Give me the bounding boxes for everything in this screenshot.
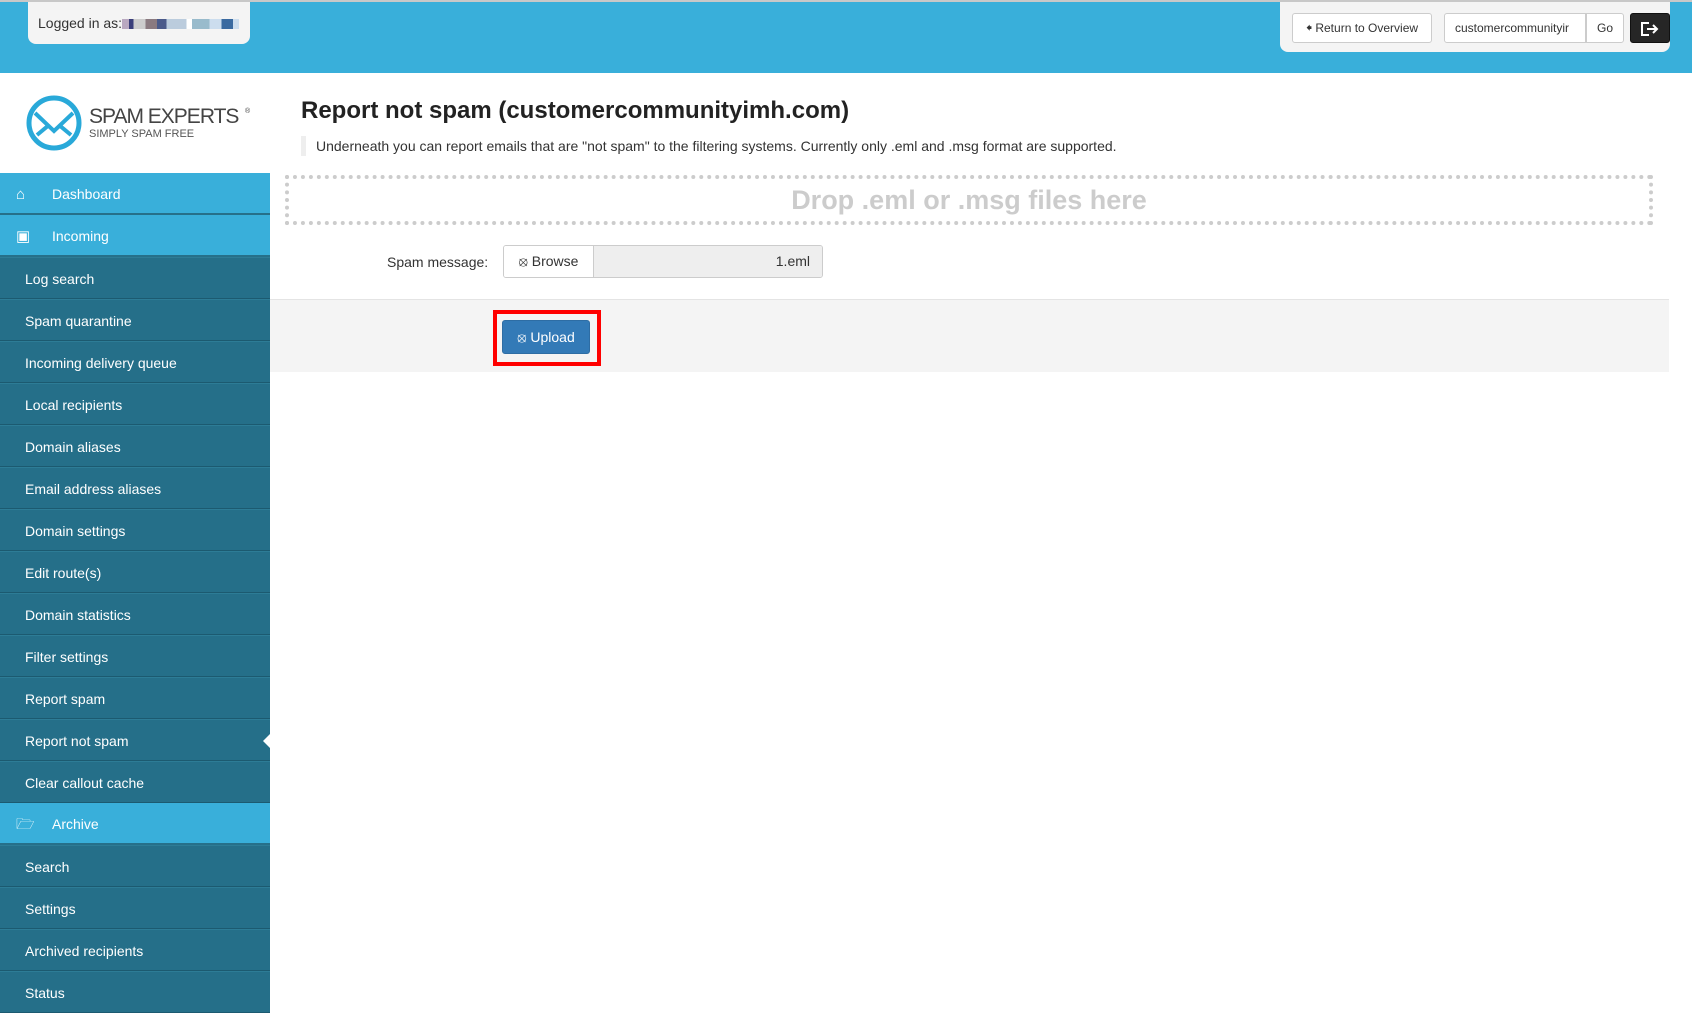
sidebar-item-edit-route-s[interactable]: Edit route(s) bbox=[0, 551, 270, 593]
svg-text:®: ® bbox=[245, 107, 251, 115]
sidebar-item-label: Domain settings bbox=[25, 523, 126, 539]
sidebar-item-label: Report not spam bbox=[25, 733, 129, 749]
arrow-left-icon: 🠸 bbox=[1305, 21, 1316, 35]
sidebar-item-label: Email address aliases bbox=[25, 481, 162, 497]
go-button[interactable]: Go bbox=[1586, 13, 1624, 43]
sidebar-item-archived-recipients[interactable]: Archived recipients bbox=[0, 929, 270, 971]
sidebar-item-email-address-aliases[interactable]: Email address aliases bbox=[0, 467, 270, 509]
sidebar-item-label: Incoming delivery queue bbox=[25, 355, 177, 371]
sidebar-item-label: Edit route(s) bbox=[25, 565, 102, 581]
sidebar-item-label: Filter settings bbox=[25, 649, 109, 665]
page-title: Report not spam (customercommunityimh.co… bbox=[301, 97, 850, 124]
sidebar-item-dashboard[interactable]: ⌂ Dashboard bbox=[0, 173, 270, 215]
sidebar-item-spam-quarantine[interactable]: Spam quarantine bbox=[0, 299, 270, 341]
sidebar-item-label: Archive bbox=[52, 816, 99, 832]
upload-label: Upload bbox=[530, 329, 575, 345]
sidebar-item-filter-settings[interactable]: Filter settings bbox=[0, 635, 270, 677]
file-name-field[interactable]: 1.eml bbox=[594, 246, 822, 277]
sidebar-item-label: Domain statistics bbox=[25, 607, 131, 623]
sidebar-item-label: Status bbox=[25, 985, 65, 1001]
logged-in-panel: Logged in as: bbox=[28, 2, 250, 44]
sidebar-item-log-search[interactable]: Log search bbox=[0, 257, 270, 299]
sidebar-item-report-not-spam[interactable]: Report not spam bbox=[0, 719, 270, 761]
redacted-username bbox=[122, 19, 240, 30]
home-icon: ⌂ bbox=[16, 186, 26, 203]
sidebar-item-domain-aliases[interactable]: Domain aliases bbox=[0, 425, 270, 467]
file-drop-zone[interactable]: Drop .eml or .msg files here bbox=[285, 175, 1653, 225]
sidebar-item-label: Clear callout cache bbox=[25, 775, 145, 791]
browse-button[interactable]: ⦻ Browse bbox=[504, 246, 594, 277]
sidebar-item-label: Settings bbox=[25, 901, 76, 917]
sidebar-item-label: Search bbox=[25, 859, 70, 875]
active-indicator bbox=[263, 734, 270, 748]
upload-button[interactable]: ⦻ Upload bbox=[502, 320, 590, 354]
sidebar-item-label: Spam quarantine bbox=[25, 313, 132, 329]
svg-text:SPAM EXPERTS: SPAM EXPERTS bbox=[89, 105, 239, 128]
logout-icon bbox=[1641, 21, 1659, 36]
sidebar-item-label: Dashboard bbox=[52, 186, 121, 202]
spam-experts-logo: SPAM EXPERTS ® SIMPLY SPAM FREE bbox=[25, 93, 255, 158]
sidebar-item-incoming[interactable]: ▣ Incoming bbox=[0, 215, 270, 257]
sidebar-item-search[interactable]: Search bbox=[0, 845, 270, 887]
return-to-overview-button[interactable]: 🠸 Return to Overview bbox=[1292, 13, 1432, 43]
return-label: Return to Overview bbox=[1315, 21, 1419, 35]
sidebar-item-domain-statistics[interactable]: Domain statistics bbox=[0, 593, 270, 635]
svg-text:SIMPLY SPAM FREE: SIMPLY SPAM FREE bbox=[89, 128, 194, 140]
sidebar-item-status[interactable]: Status bbox=[0, 971, 270, 1013]
sidebar-item-clear-callout-cache[interactable]: Clear callout cache bbox=[0, 761, 270, 803]
sidebar-item-label: Log search bbox=[25, 271, 95, 287]
domain-input[interactable]: customercommunityir bbox=[1444, 13, 1586, 43]
sidebar-item-local-recipients[interactable]: Local recipients bbox=[0, 383, 270, 425]
sidebar-item-label: Domain aliases bbox=[25, 439, 121, 455]
sidebar-item-settings[interactable]: Settings bbox=[0, 887, 270, 929]
logged-in-label: Logged in as: bbox=[38, 15, 123, 31]
sidebar-item-label: Incoming bbox=[52, 228, 109, 244]
sidebar-item-label: Report spam bbox=[25, 691, 106, 707]
header-tools: 🠸 Return to Overview customercommunityir… bbox=[1280, 2, 1670, 52]
file-input-group[interactable]: ⦻ Browse 1.eml bbox=[503, 245, 823, 278]
upload-circle-icon: ⦻ bbox=[517, 329, 531, 345]
logout-button[interactable] bbox=[1630, 13, 1670, 43]
inbox-icon: ▣ bbox=[16, 228, 31, 245]
sidebar-item-report-spam[interactable]: Report spam bbox=[0, 677, 270, 719]
top-header: Logged in as: 🠸 Return to Overview custo… bbox=[0, 0, 1692, 73]
form-actions: ⦻ Upload bbox=[270, 299, 1669, 372]
sidebar-nav: ⌂ Dashboard ▣ Incoming Log search Spam quaran… bbox=[0, 173, 270, 1013]
spam-message-label: Spam message: bbox=[387, 254, 489, 270]
sidebar-item-archive[interactable]: 🗁 Archive bbox=[0, 803, 270, 845]
sidebar-item-incoming-delivery-queue[interactable]: Incoming delivery queue bbox=[0, 341, 270, 383]
sidebar-item-label: Archived recipients bbox=[25, 943, 144, 959]
folder-open-icon: 🗁 bbox=[16, 816, 35, 833]
sidebar-item-label: Local recipients bbox=[25, 397, 123, 413]
page-description: Underneath you can report emails that ar… bbox=[301, 136, 1117, 156]
upload-circle-icon: ⦻ bbox=[518, 253, 532, 269]
sidebar-item-domain-settings[interactable]: Domain settings bbox=[0, 509, 270, 551]
browse-label: Browse bbox=[531, 253, 579, 269]
